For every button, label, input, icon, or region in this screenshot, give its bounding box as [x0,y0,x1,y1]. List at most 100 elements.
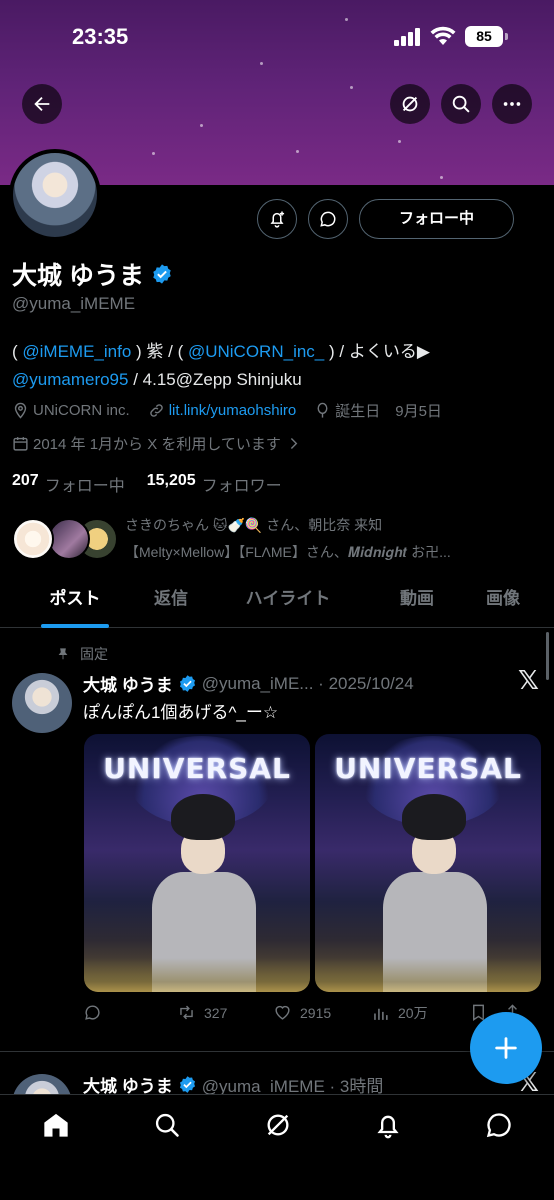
bio-text: ) 紫 / ( [131,342,188,361]
nav-home[interactable] [42,1111,70,1139]
x-logo-icon[interactable]: 𝕏 [518,666,539,696]
post-photo[interactable]: UNIVERSAL [84,734,310,992]
following-button[interactable]: フォロー中 [359,199,514,239]
profile-handle: @yuma_iMEME [12,294,136,313]
post-avatar[interactable] [12,673,72,733]
photo-sign: UNIVERSAL [103,752,291,785]
verified-badge-icon[interactable] [151,263,173,285]
verified-badge-icon [179,1076,195,1093]
status-time: 23:35 [72,24,129,49]
calendar-icon [13,437,28,451]
profile-name: 大城 ゆうま [12,256,173,292]
reply-button[interactable] [83,1003,102,1022]
verified-badge-icon [179,675,195,692]
heart-icon [275,1005,290,1020]
bell-plus-icon [270,211,285,228]
balloon-icon [317,402,328,418]
views-button[interactable]: 20万 [371,1003,428,1023]
tab-videos[interactable]: 動画 [380,578,454,628]
post-header: 大城 ゆうま @yuma_iME... · 2025/10/24 [83,671,414,696]
known-follower-avatar [48,518,90,560]
pinned-label: 固定 [56,644,108,664]
profile-website-link[interactable]: lit.link/yumaohshiro [169,402,297,419]
battery-tip [505,33,508,40]
tab-highlights[interactable]: ハイライト [210,578,366,628]
back-button[interactable] [22,84,62,124]
bio-mention-unicorn[interactable]: @UNiCORN_inc_ [188,342,324,361]
like-button[interactable]: 2915 [273,1003,331,1022]
more-icon [503,102,521,106]
following-label[interactable]: フォロー中 [45,472,125,496]
arrow-left-icon [34,96,50,112]
tab-replies[interactable]: 返信 [150,578,192,628]
grok-icon [402,96,418,112]
profile-avatar[interactable] [9,149,101,241]
grok-button[interactable] [390,84,430,124]
plus-icon [495,1037,517,1059]
like-count: 2915 [300,1004,332,1021]
more-button[interactable] [492,84,532,124]
wifi-icon [430,26,456,46]
location-icon [14,402,27,419]
follow-counts: 207 フォロー中 15,205 フォロワー [12,472,282,496]
profile-bio: ( @iMEME_info ) 紫 / ( @UNiCORN_inc_ ) / … [12,338,542,394]
following-count[interactable]: 207 [12,472,39,496]
chevron-right-icon [290,438,298,449]
profile-company: UNiCORN inc. [33,402,130,419]
retweet-count: 327 [204,1004,228,1021]
battery-indicator: 85 [465,26,503,47]
known-followers-line: さきのちゃん 🐱🍼🍭 さん、朝比奈 来知 [125,517,383,533]
compose-button[interactable] [470,1012,542,1084]
bio-text: ( [12,342,23,361]
known-followers[interactable]: さきのちゃん 🐱🍼🍭 さん、朝比奈 来知 【Melty×Mellow】【FLΛM… [12,512,542,566]
nav-messages[interactable] [485,1111,513,1139]
post-text: ぽんぽん1個あげる^_ー☆ [83,703,279,722]
known-followers-line: 【Melty×Mellow】【FLΛME】さん、𝑴𝒊𝒅𝒏𝒊𝒈𝒉𝒕 お卍... [125,544,451,560]
profile-meta-row: UNiCORN inc. lit.link/yumaohshiro 誕生日 9月… [12,400,442,421]
profile-tabs: ポスト 返信 ハイライト 動画 画像 [0,578,554,628]
post-meta: @yuma_iME... · 2025/10/24 [201,673,414,693]
chat-bubble-icon [486,1113,511,1138]
tab-posts[interactable]: ポスト [0,578,150,628]
known-follower-avatar [12,518,54,560]
chat-bubble-icon [320,211,336,227]
post-photo[interactable]: UNIVERSAL [315,734,541,992]
reply-icon [85,1005,100,1020]
grok-icon [267,1114,289,1136]
pin-icon [58,648,68,660]
cellular-signal-icon [394,28,422,46]
notification-subscribe-button[interactable] [257,199,297,239]
profile-joined: 2014 年 1月から X を利用しています [33,436,281,453]
status-bar: 23:35 85 [0,0,554,76]
retweet-button[interactable]: 327 [177,1003,227,1022]
view-count: 20万 [398,1005,428,1021]
message-button[interactable] [308,199,348,239]
profile-joined-row[interactable]: 2014 年 1月から X を利用しています [12,433,306,454]
profile-birthday: 誕生日 9月5日 [335,403,442,420]
nav-notifications[interactable] [374,1111,402,1139]
tab-media[interactable]: 画像 [468,578,538,628]
home-icon [44,1113,68,1137]
retweet-icon [180,1005,193,1020]
pinned-text: 固定 [80,646,108,662]
bio-text: / 4.15@Zepp Shinjuku [128,370,302,389]
search-icon [452,95,470,113]
scrollbar[interactable] [546,632,549,680]
nav-search[interactable] [153,1111,181,1139]
display-name: 大城 ゆうま [12,262,144,290]
bio-mention-imeme[interactable]: @iMEME_info [22,342,131,361]
post-actions: 327 2915 20万 [83,1000,523,1028]
search-icon [155,1113,179,1137]
photo-sign: UNIVERSAL [334,752,522,785]
bell-icon [377,1115,399,1139]
nav-grok[interactable] [264,1111,292,1139]
link-icon [149,404,163,417]
post-author-name[interactable]: 大城 ゆうま [83,671,173,696]
known-followers-text: さきのちゃん 🐱🍼🍭 さん、朝比奈 来知 【Melty×Mellow】【FLΛM… [125,512,535,566]
bio-text: ) / よくいる▶ [324,342,430,361]
followers-count[interactable]: 15,205 [147,472,196,496]
bio-mention-yumamero[interactable]: @yumamero95 [12,370,128,389]
bar-chart-icon [374,1008,388,1020]
search-button[interactable] [441,84,481,124]
followers-label[interactable]: フォロワー [202,472,282,496]
